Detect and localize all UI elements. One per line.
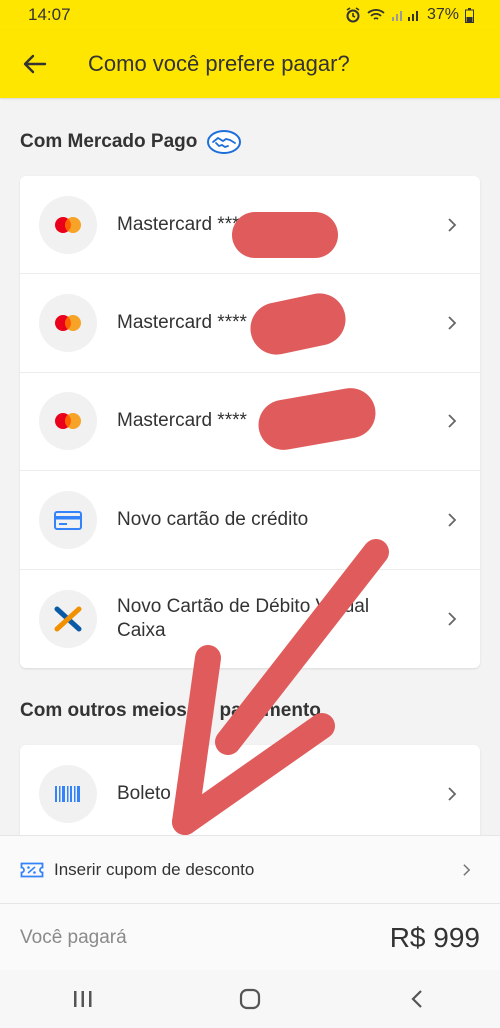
barcode-icon: [39, 765, 97, 824]
app-bar: Como você prefere pagar?: [0, 30, 500, 98]
redaction-mark: [232, 212, 338, 258]
total-row: Você pagará R$ 999: [0, 904, 500, 971]
coupon-ticket-icon: [20, 862, 44, 877]
chevron-left-icon: [411, 990, 422, 1008]
payment-method-label: Novo cartão de crédito: [117, 508, 309, 530]
chevron-right-icon: [432, 611, 472, 627]
total-label: Você pagará: [20, 926, 127, 948]
section-title-text: Com Mercado Pago: [20, 131, 198, 152]
alarm-icon: [346, 7, 360, 23]
status-bar: 14:07 37%: [0, 0, 500, 30]
checkout-summary-panel: Inserir cupom de desconto Você pagará R$…: [0, 835, 500, 970]
total-amount: R$ 999: [389, 921, 480, 953]
chevron-right-icon: [432, 217, 472, 233]
chevron-right-icon: [432, 315, 472, 331]
mastercard-icon: [39, 294, 97, 353]
mastercard-icon: [39, 195, 97, 254]
chevron-right-icon: [432, 786, 472, 802]
chevron-right-icon: [432, 512, 472, 528]
caixa-icon: [39, 589, 97, 648]
wifi-icon: [367, 9, 385, 20]
battery-percent: 37%: [426, 6, 459, 23]
page-title: Como você prefere pagar?: [88, 51, 350, 76]
credit-card-icon: [39, 490, 97, 549]
section-title-mercado-pago: Com Mercado Pago: [20, 130, 242, 154]
chevron-right-icon: [432, 413, 472, 429]
back-button[interactable]: [0, 30, 70, 98]
coupon-row[interactable]: Inserir cupom de desconto: [0, 836, 500, 904]
signal-icon: [391, 11, 418, 21]
status-icons: 37%: [345, 6, 474, 24]
hand-drawn-arrow-annotation: [172, 539, 389, 835]
status-time: 14:07: [28, 5, 71, 24]
payment-method-mastercard-3[interactable]: Mastercard ****: [20, 373, 480, 472]
system-navigation-bar: [0, 970, 500, 1028]
recent-apps-button[interactable]: [53, 979, 113, 1019]
battery-icon: [465, 7, 474, 23]
mastercard-icon: [39, 392, 97, 451]
coupon-label: Inserir cupom de desconto: [54, 859, 255, 879]
home-button[interactable]: [220, 979, 280, 1019]
back-nav-button[interactable]: [387, 979, 447, 1019]
mercado-pago-handshake-icon: [207, 130, 242, 154]
home-icon: [239, 988, 261, 1010]
arrow-left-icon: [23, 54, 47, 74]
recent-apps-icon: [74, 991, 92, 1007]
chevron-right-icon: [446, 863, 486, 877]
